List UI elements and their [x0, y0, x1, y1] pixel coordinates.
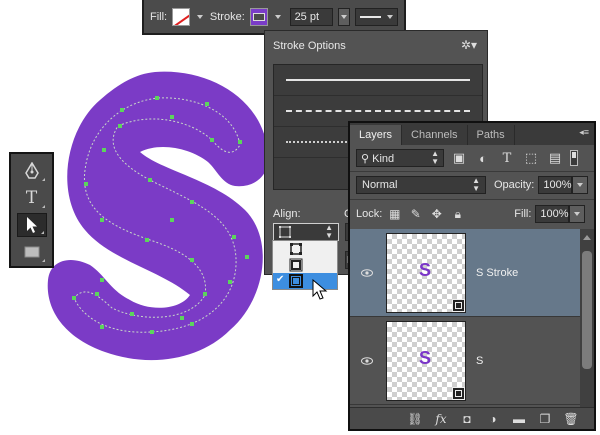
filter-kind-label: Kind [372, 152, 395, 165]
layer-row[interactable]: S S Stroke [350, 229, 580, 317]
fill-swatch[interactable] [172, 7, 190, 26]
layer-list: S S Stroke S S [350, 229, 580, 407]
tab-paths[interactable]: Paths [468, 125, 515, 145]
filter-smart-object-icon[interactable]: ▤ [546, 150, 564, 166]
gear-icon[interactable]: ✲▾ [461, 38, 477, 52]
type-tool-icon: T [25, 188, 38, 208]
layer-effects-icon[interactable]: fx [432, 411, 450, 427]
mouse-cursor-icon [312, 279, 328, 300]
align-outside-icon [279, 226, 291, 238]
filter-type-icon[interactable]: T [498, 150, 516, 166]
stroke-label: Stroke: [209, 10, 245, 23]
panel-menu-icon[interactable]: ◂≡ [579, 127, 589, 138]
delete-layer-trash-icon[interactable]: 🗑︎ [562, 411, 580, 427]
align-select[interactable]: ▲ ▼ [273, 223, 339, 241]
pen-tool-button[interactable] [17, 159, 47, 183]
chevron-down-icon [340, 14, 347, 19]
shape-layer-badge-icon [452, 298, 465, 312]
filter-adjustment-icon[interactable]: ◐ [474, 150, 492, 166]
direct-selection-tool-icon [26, 217, 37, 233]
scroll-up-icon[interactable] [583, 235, 591, 240]
layer-thumbnail: S [386, 320, 466, 401]
rectangle-tool-button[interactable] [17, 240, 47, 264]
lock-all-icon[interactable]: 🔒︎ [449, 206, 466, 222]
blend-mode-select[interactable]: Normal ▲ ▼ [356, 176, 486, 194]
tab-channels[interactable]: Channels [402, 125, 468, 145]
align-label: Align: [273, 208, 301, 220]
stroke-style-solid[interactable] [274, 65, 482, 96]
tab-layers[interactable]: Layers [350, 125, 403, 145]
visibility-eye-icon[interactable] [350, 356, 384, 365]
up-down-arrows-icon: ▲ ▼ [431, 149, 439, 166]
search-icon: ⚲ [361, 152, 370, 165]
lock-position-move-icon[interactable]: ✥ [428, 206, 445, 222]
canvas-s-shape[interactable] [40, 60, 280, 380]
checkmark-icon: ✔ [276, 274, 285, 285]
stroke-width-dropdown[interactable] [337, 7, 350, 26]
filter-pixel-icon[interactable]: ▣ [450, 150, 468, 166]
blend-row: Normal ▲ ▼ Opacity: 100% [356, 176, 590, 194]
chevron-down-icon [577, 183, 584, 187]
layers-bottom-toolbar: ⛓ fx ◘ ◑ ▬ ❐ 🗑︎ [350, 407, 594, 429]
layers-panel: Layers Channels Paths ◂≡ ⚲ Kind ▲ ▼ ▣ ◐ T… [348, 121, 596, 431]
layer-row[interactable]: S S [350, 317, 580, 405]
layer-name[interactable]: S Stroke [476, 267, 518, 279]
lock-transparent-icon[interactable]: ▦ [386, 206, 403, 222]
filter-shape-icon[interactable]: ⬚ [522, 150, 540, 166]
scrollbar-thumb[interactable] [582, 251, 592, 369]
align-center-icon [289, 258, 303, 272]
layer-thumbnail: S [386, 232, 466, 313]
new-group-folder-icon[interactable]: ▬ [510, 411, 528, 427]
align-outside-icon [289, 274, 303, 288]
filter-toggle[interactable] [570, 150, 578, 166]
panel-tabs: Layers Channels Paths ◂≡ [350, 123, 594, 145]
rectangle-tool-icon [24, 246, 39, 258]
adjustment-layer-icon[interactable]: ◑ [484, 411, 502, 427]
thumbnail-letter: S [419, 259, 432, 280]
new-layer-icon[interactable]: ❐ [536, 411, 554, 427]
lock-image-brush-icon[interactable]: ✎ [407, 206, 424, 222]
stroke-options-title: Stroke Options [273, 40, 346, 52]
blend-mode-value: Normal [362, 179, 398, 191]
align-inside-icon [290, 243, 302, 255]
stroke-swatch[interactable] [249, 7, 268, 26]
align-option-inside[interactable] [273, 241, 337, 257]
fill-label: Fill: [150, 10, 168, 23]
direct-selection-tool-button[interactable] [16, 213, 47, 237]
fill-dropdown[interactable] [569, 205, 586, 223]
filter-kind-select[interactable]: ⚲ Kind ▲ ▼ [356, 149, 444, 167]
opacity-dropdown[interactable] [572, 176, 589, 194]
stroke-type-dropdown[interactable] [354, 7, 398, 26]
lock-row: Lock: ▦ ✎ ✥ 🔒︎ Fill: 100% [356, 205, 590, 223]
chevron-down-icon [574, 212, 581, 216]
align-dropdown-menu: ✔ [272, 240, 338, 290]
fill-label: Fill: [514, 208, 532, 220]
layer-name[interactable]: S [476, 355, 483, 367]
add-mask-icon[interactable]: ◘ [458, 411, 476, 427]
fill-input[interactable]: 100% [535, 205, 570, 223]
link-layers-icon[interactable]: ⛓ [406, 411, 424, 427]
stroke-dropdown-arrow-icon[interactable] [274, 14, 281, 19]
up-down-arrows-icon: ▲ ▼ [325, 223, 333, 240]
stroke-width-input[interactable]: 25 pt [289, 7, 333, 26]
visibility-eye-icon[interactable] [350, 268, 384, 277]
pen-tool-icon [24, 162, 39, 179]
type-tool-button[interactable]: T [17, 186, 47, 210]
chevron-down-icon [386, 14, 393, 19]
fill-dropdown-arrow-icon[interactable] [196, 14, 203, 19]
thumbnail-letter: S [419, 347, 432, 368]
tool-palette: T [9, 152, 54, 268]
lock-label: Lock: [356, 208, 383, 220]
up-down-arrows-icon: ▲ ▼ [472, 176, 480, 193]
opacity-input[interactable]: 100% [538, 176, 573, 194]
opacity-label: Opacity: [494, 179, 535, 191]
shape-layer-badge-icon [452, 386, 465, 400]
layers-scrollbar[interactable] [580, 229, 594, 407]
layer-filter-row: ⚲ Kind ▲ ▼ ▣ ◐ T ⬚ ▤ [356, 149, 590, 167]
align-option-center[interactable] [273, 257, 337, 273]
